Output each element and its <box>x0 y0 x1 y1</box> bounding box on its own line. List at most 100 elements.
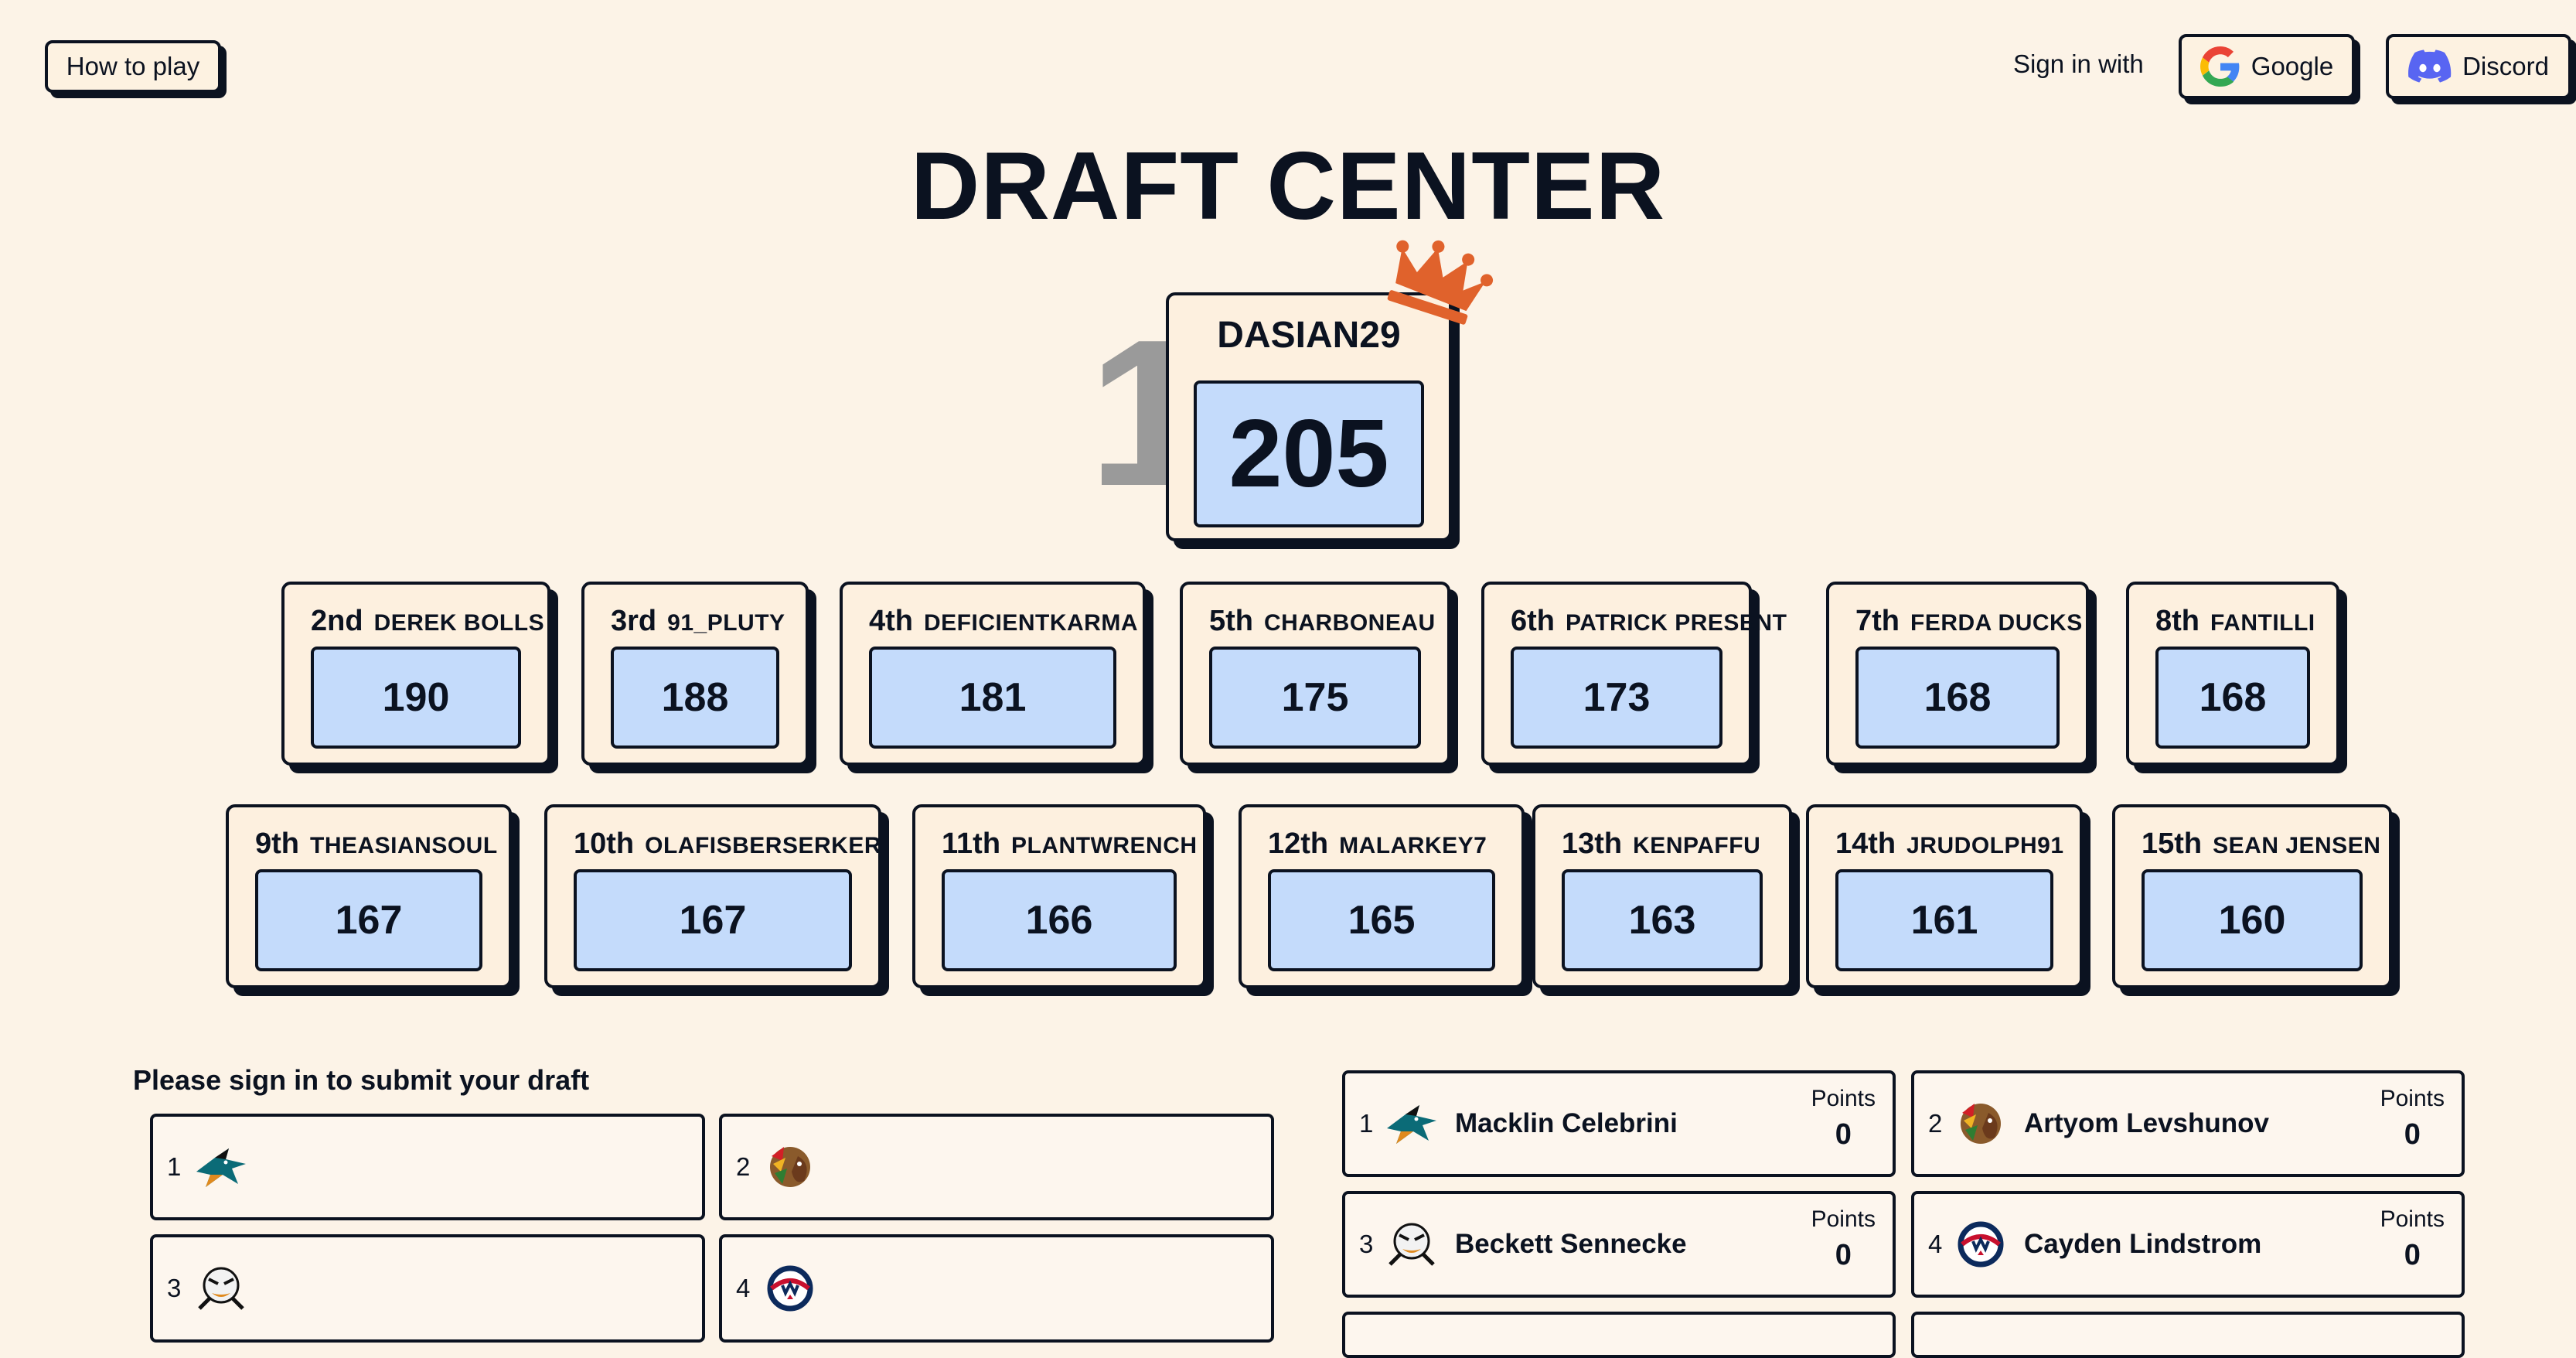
crown-icon <box>1387 240 1494 325</box>
leaderboard-card: 2nd DEREK BOLLS 190 <box>281 582 550 766</box>
pick-card <box>1342 1312 1896 1358</box>
leaderboard-score: 160 <box>2142 869 2363 971</box>
leaderboard-card: 15th SEAN JENSEN 160 <box>2112 804 2392 988</box>
draft-slot[interactable]: 4 <box>719 1234 1274 1343</box>
points-label: Points <box>1811 1206 1876 1232</box>
leaderboard-score: 188 <box>611 647 779 749</box>
leaderboard-card: 5th CHARBONEAU 175 <box>1180 582 1450 766</box>
slot-number: 3 <box>167 1274 182 1302</box>
pick-player-name: Macklin Celebrini <box>1455 1108 1678 1138</box>
ducks-logo-icon <box>1389 1223 1435 1266</box>
leaderboard-card: 3rd 91_PLUTY 188 <box>581 582 809 766</box>
winner-card: DASIAN29 205 <box>1166 292 1452 541</box>
leaderboard-player-name: MALARKEY7 <box>1339 833 1487 858</box>
leaderboard-card: 6th PATRICK PRESENT 173 <box>1481 582 1787 766</box>
pick-points: Points 0 <box>2380 1086 2445 1152</box>
discord-label: Discord <box>2462 52 2549 80</box>
sharks-logo-icon <box>196 1148 247 1187</box>
google-icon <box>2199 46 2240 87</box>
pick-card: 2 Artyom Levshunov Points 0 <box>1911 1070 2465 1177</box>
leaderboard-rank: 5th <box>1209 605 1253 637</box>
leaderboard-rank: 10th <box>574 827 635 860</box>
pick-player-name: Artyom Levshunov <box>2024 1108 2269 1138</box>
google-sign-in-button[interactable]: Google <box>2179 34 2355 99</box>
leaderboard-rank: 7th <box>1855 605 1900 637</box>
leaderboard-score: 165 <box>1268 869 1495 971</box>
leaderboard-player-name: DEFICIENTKARMA <box>924 610 1138 636</box>
leaderboard-card: 9th THEASIANSOUL 167 <box>226 804 512 988</box>
leaderboard-player-name: THEASIANSOUL <box>310 833 498 858</box>
leaderboard-score: 167 <box>574 869 852 971</box>
pick-player-name: Cayden Lindstrom <box>2024 1229 2262 1259</box>
leaderboard-rank: 15th <box>2142 827 2203 860</box>
points-label: Points <box>2380 1086 2445 1111</box>
blue-jackets-logo-icon <box>767 1265 813 1312</box>
pick-points: Points 0 <box>1811 1086 1876 1152</box>
leaderboard-score: 175 <box>1209 647 1421 749</box>
leaderboard-player-name: SEAN JENSEN <box>2213 833 2381 858</box>
slot-number: 4 <box>736 1274 751 1302</box>
leaderboard-score: 168 <box>2155 647 2310 749</box>
draft-slot[interactable]: 1 <box>150 1114 705 1220</box>
pick-number: 4 <box>1928 1230 1943 1258</box>
leaderboard-score: 181 <box>869 647 1116 749</box>
leaderboard-score: 166 <box>942 869 1177 971</box>
google-label: Google <box>2251 52 2334 80</box>
leaderboard-player-name: PLANTWRENCH <box>1011 833 1198 858</box>
discord-sign-in-button[interactable]: Discord <box>2386 34 2571 99</box>
leaderboard-rank: 9th <box>255 827 299 860</box>
leaderboard-player-name: DEREK BOLLS <box>373 610 545 636</box>
pick-points: Points 0 <box>2380 1206 2445 1272</box>
points-value: 0 <box>1835 1239 1852 1271</box>
draft-slot[interactable]: 3 <box>150 1234 705 1343</box>
sharks-logo-icon <box>1387 1105 1436 1144</box>
sign-in-prompt: Please sign in to submit your draft <box>133 1064 590 1096</box>
leaderboard-rank: 4th <box>869 605 913 637</box>
leaderboard-rank: 8th <box>2155 605 2199 637</box>
pick-number: 3 <box>1359 1230 1374 1258</box>
pick-number: 1 <box>1359 1109 1374 1138</box>
pick-card: 1 Macklin Celebrini Points 0 <box>1342 1070 1896 1177</box>
leaderboard-card: 7th FERDA DUCKS 168 <box>1826 582 2089 766</box>
slot-number: 1 <box>167 1152 182 1181</box>
leaderboard-player-name: OLAFISBERSERKER <box>645 833 881 858</box>
ducks-logo-icon <box>198 1267 245 1310</box>
leaderboard-score: 167 <box>255 869 482 971</box>
leaderboard-player-name: CHARBONEAU <box>1264 610 1436 636</box>
leaderboard-score: 161 <box>1835 869 2053 971</box>
pick-number: 2 <box>1928 1109 1943 1138</box>
points-label: Points <box>2380 1206 2445 1232</box>
winner-score: 205 <box>1194 380 1424 527</box>
leaderboard-player-name: FANTILLI <box>2210 610 2315 636</box>
leaderboard-card: 14th JRUDOLPH91 161 <box>1806 804 2083 988</box>
pick-player-name: Beckett Sennecke <box>1455 1229 1687 1259</box>
leaderboard-rank: 2nd <box>311 605 363 637</box>
leaderboard-rank: 3rd <box>611 605 657 637</box>
discord-icon <box>2408 49 2452 83</box>
points-label: Points <box>1811 1086 1876 1111</box>
slot-number: 2 <box>736 1152 751 1181</box>
pick-card: 4 Cayden Lindstrom Points 0 <box>1911 1191 2465 1298</box>
draft-slot[interactable]: 2 <box>719 1114 1274 1220</box>
leaderboard-score: 168 <box>1855 647 2060 749</box>
pick-points: Points 0 <box>1811 1206 1876 1272</box>
leaderboard-player-name: FERDA DUCKS <box>1910 610 2083 636</box>
leaderboard-card: 4th DEFICIENTKARMA 181 <box>840 582 1146 766</box>
leaderboard-score: 173 <box>1511 647 1722 749</box>
sign-in-label: Sign in with <box>2013 49 2144 78</box>
leaderboard-player-name: JRUDOLPH91 <box>1906 833 2064 858</box>
leaderboard-score: 163 <box>1562 869 1763 971</box>
leaderboard-rank: 14th <box>1835 827 1896 860</box>
points-value: 0 <box>2404 1118 2421 1151</box>
blue-jackets-logo-icon <box>1958 1221 2004 1268</box>
blackhawks-logo-icon <box>1961 1104 2001 1144</box>
leaderboard-player-name: PATRICK PRESENT <box>1566 610 1787 636</box>
leaderboard-rank: 13th <box>1562 827 1623 860</box>
leaderboard-rank: 6th <box>1511 605 1555 637</box>
how-to-play-button[interactable]: How to play <box>45 40 221 93</box>
points-value: 0 <box>2404 1239 2421 1271</box>
blackhawks-logo-icon <box>770 1147 811 1187</box>
leaderboard-score: 190 <box>311 647 521 749</box>
leaderboard-player-name: 91_PLUTY <box>667 610 785 636</box>
leaderboard-card: 10th OLAFISBERSERKER 167 <box>544 804 881 988</box>
